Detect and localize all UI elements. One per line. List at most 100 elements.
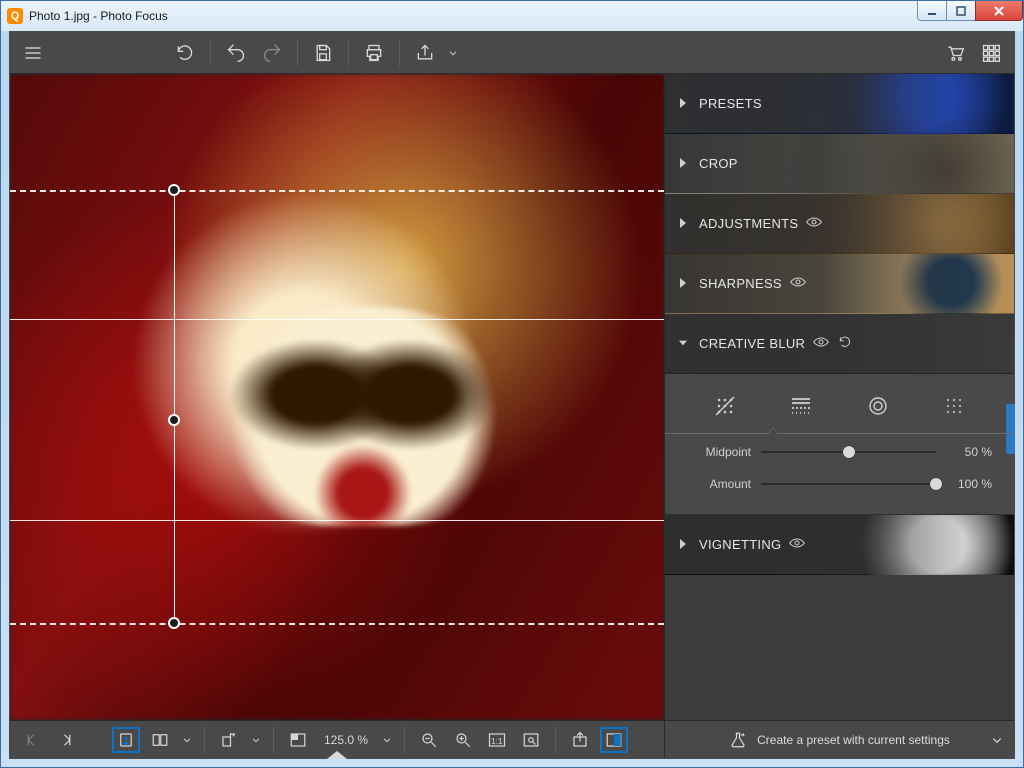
bottom-toolbar: 125.0 % 1:1 — [10, 720, 664, 758]
panel-creative-blur[interactable]: CREATIVE BLUR — [665, 314, 1014, 374]
cart-button[interactable] — [940, 38, 970, 68]
fit-icon — [522, 731, 540, 749]
portrait-icon — [117, 731, 135, 749]
window-title: Photo 1.jpg - Photo Focus — [29, 9, 918, 23]
zoom-fit-button[interactable] — [517, 727, 545, 753]
chevron-down-icon — [380, 731, 394, 749]
top-toolbar — [10, 32, 1014, 74]
slider-label: Amount — [687, 477, 751, 491]
save-button[interactable] — [308, 38, 338, 68]
blur-handle-top[interactable] — [168, 184, 180, 196]
create-preset-button[interactable]: Create a preset with current settings — [664, 720, 1014, 758]
chevron-right-icon — [679, 158, 687, 168]
share-dropdown[interactable] — [446, 38, 460, 68]
zoom-out-button[interactable] — [415, 727, 443, 753]
redo-icon — [262, 43, 282, 63]
menu-button[interactable] — [18, 38, 48, 68]
undo-button[interactable] — [221, 38, 251, 68]
chevron-right-icon — [679, 278, 687, 288]
panel-label: CREATIVE BLUR — [699, 336, 805, 351]
visibility-toggle[interactable] — [789, 536, 805, 553]
save-icon — [313, 43, 333, 63]
blur-mode-none[interactable] — [704, 390, 746, 422]
background-button[interactable] — [284, 727, 312, 753]
export-button[interactable] — [566, 727, 594, 753]
canvas[interactable] — [10, 74, 664, 720]
blur-none-icon — [713, 394, 737, 418]
chevron-down-icon — [988, 731, 1006, 749]
zoom-in-icon — [454, 731, 472, 749]
app-icon: Q — [7, 8, 23, 24]
photo-preview — [10, 74, 664, 720]
export-icon — [571, 731, 589, 749]
slider-value: 50 % — [946, 445, 992, 459]
blur-mode-linear[interactable] — [780, 390, 822, 422]
panel-vignetting[interactable]: VIGNETTING — [665, 515, 1014, 575]
cart-icon — [945, 43, 965, 63]
panel-sharpness[interactable]: SHARPNESS — [665, 254, 1014, 314]
visibility-toggle[interactable] — [790, 275, 806, 292]
slider-midpoint: Midpoint 50 % — [665, 436, 1014, 468]
visibility-toggle[interactable] — [806, 215, 822, 232]
panel-label: CROP — [699, 156, 738, 171]
next-icon — [57, 731, 75, 749]
revert-button[interactable] — [170, 38, 200, 68]
maximize-button[interactable] — [946, 1, 976, 21]
chevron-right-icon — [679, 98, 687, 108]
blur-mode-radial[interactable] — [857, 390, 899, 422]
revert-icon — [175, 43, 195, 63]
rotate-dropdown[interactable] — [249, 725, 263, 755]
filmstrip-toggle[interactable] — [327, 751, 347, 759]
svg-text:1:1: 1:1 — [491, 736, 503, 745]
blur-radial-icon — [866, 394, 890, 418]
fullscreen-button[interactable] — [600, 727, 628, 753]
slider-amount: Amount 100 % — [665, 468, 1014, 500]
chevron-down-icon — [249, 731, 263, 749]
blur-grid-icon — [942, 394, 966, 418]
zoom-dropdown[interactable] — [380, 725, 394, 755]
panel-label: VIGNETTING — [699, 537, 781, 552]
create-preset-dropdown[interactable] — [986, 721, 1008, 758]
panel-adjustments[interactable]: ADJUSTMENTS — [665, 194, 1014, 254]
grid-icon — [981, 43, 1001, 63]
minimize-button[interactable] — [917, 1, 947, 21]
prev-image-button[interactable] — [18, 727, 46, 753]
side-panel: PRESETS CROP ADJUSTMENTS SHARPNESS — [664, 74, 1014, 720]
zoom-readout: 125.0 % — [318, 733, 374, 747]
actual-size-icon: 1:1 — [488, 731, 506, 749]
app-frame: PRESETS CROP ADJUSTMENTS SHARPNESS — [9, 31, 1015, 759]
slider-label: Midpoint — [687, 445, 751, 459]
panel-crop[interactable]: CROP — [665, 134, 1014, 194]
panel-presets[interactable]: PRESETS — [665, 74, 1014, 134]
redo-button[interactable] — [257, 38, 287, 68]
chevron-right-icon — [679, 218, 687, 228]
panel-label: PRESETS — [699, 96, 762, 111]
print-button[interactable] — [359, 38, 389, 68]
flask-icon — [729, 731, 747, 749]
visibility-toggle[interactable] — [813, 335, 829, 352]
blur-handle-mid[interactable] — [168, 414, 180, 426]
view-single-button[interactable] — [112, 727, 140, 753]
rotate-button[interactable] — [215, 727, 243, 753]
create-preset-label: Create a preset with current settings — [757, 733, 950, 747]
share-button[interactable] — [410, 38, 440, 68]
fullscreen-icon — [605, 731, 623, 749]
blur-mode-grid[interactable] — [933, 390, 975, 422]
midpoint-slider[interactable] — [761, 444, 936, 460]
close-button[interactable] — [975, 1, 1023, 21]
zoom-in-button[interactable] — [449, 727, 477, 753]
titlebar[interactable]: Q Photo 1.jpg - Photo Focus — [1, 1, 1023, 31]
view-compare-button[interactable] — [146, 727, 174, 753]
amount-slider[interactable] — [761, 476, 936, 492]
panel-reset[interactable] — [837, 335, 853, 352]
view-dropdown[interactable] — [180, 725, 194, 755]
zoom-actual-button[interactable]: 1:1 — [483, 727, 511, 753]
compare-icon — [151, 731, 169, 749]
blur-handle-bottom[interactable] — [168, 617, 180, 629]
hamburger-icon — [23, 43, 43, 63]
next-image-button[interactable] — [52, 727, 80, 753]
share-icon — [415, 43, 435, 63]
grid-view-button[interactable] — [976, 38, 1006, 68]
chevron-down-icon — [180, 731, 194, 749]
prev-icon — [23, 731, 41, 749]
